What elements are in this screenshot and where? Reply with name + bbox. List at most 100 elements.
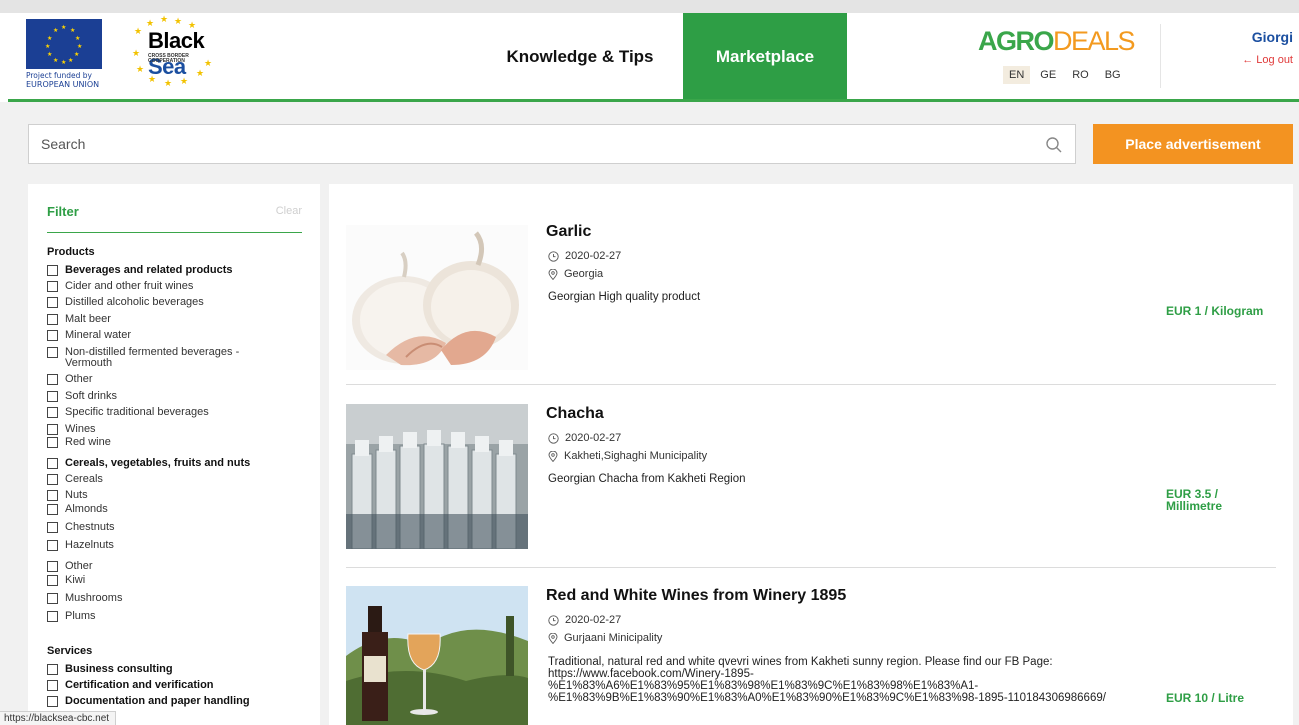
listing-divider [346,384,1276,385]
checkbox[interactable] [47,490,58,501]
listing-image-bottles[interactable] [346,404,528,549]
filter-option[interactable]: Mineral water [47,330,265,341]
checkbox[interactable] [47,391,58,402]
filter-option[interactable]: Non-distilled fermented beverages - Verm… [47,347,265,369]
location-pin-icon [548,632,558,644]
clock-icon [548,250,559,262]
filter-option[interactable]: Red wine [47,437,265,448]
filter-option[interactable]: Distilled alcoholic beverages [47,297,265,308]
filter-option-label: Hazelnuts [65,539,114,551]
checkbox[interactable] [47,593,58,604]
filter-option-label: Documentation and paper handling [65,695,250,707]
filter-option[interactable]: Soft drinks [47,391,265,402]
listing-item[interactable]: Chacha 2020-02-27 Kakheti,Sighaghi Munic… [346,404,1276,564]
checkbox[interactable] [47,664,58,675]
checkbox[interactable] [47,297,58,308]
filter-option[interactable]: Documentation and paper handling [47,696,265,707]
listing-description-line2[interactable]: https://www.facebook.com/Winery-1895- [548,668,1148,680]
eu-logo[interactable]: ★ ★ ★ ★ ★ ★ ★ ★ ★ ★ ★ ★ Project funded b… [26,19,102,91]
filter-option[interactable]: Chestnuts [47,522,265,533]
search-icon[interactable] [1045,136,1063,154]
checkbox[interactable] [47,575,58,586]
listing-title[interactable]: Garlic [546,223,591,241]
filter-option-label: Distilled alcoholic beverages [65,296,204,308]
lang-ge[interactable]: GE [1034,66,1062,84]
agrodeals-logo[interactable]: AGRODEALS [978,26,1136,57]
language-switcher: EN GE RO BG [1003,66,1127,84]
user-name[interactable]: Giorgi [1252,29,1293,45]
checkbox[interactable] [47,437,58,448]
checkbox[interactable] [47,504,58,515]
lang-en[interactable]: EN [1003,66,1031,84]
listing-image-garlic[interactable] [346,225,528,370]
logout-link[interactable]: ← Log out [1242,54,1293,66]
checkbox[interactable] [47,696,58,707]
listing-location: Kakheti,Sighaghi Municipality [548,450,707,462]
checkbox[interactable] [47,611,58,622]
browser-strip [0,0,1299,13]
listing-title[interactable]: Chacha [546,405,604,423]
checkbox[interactable] [47,347,58,358]
filter-option-label: Malt beer [65,313,111,325]
filter-option[interactable]: Cereals [47,474,265,485]
filter-option[interactable]: Wines [47,424,265,435]
checkbox[interactable] [47,540,58,551]
services-section-title: Services [47,645,93,657]
listing-price: EUR 10 / Litre [1166,691,1245,705]
filter-option[interactable]: Other [47,561,265,572]
checkbox[interactable] [47,458,58,469]
lang-ro[interactable]: RO [1066,66,1095,84]
filter-option[interactable]: Other [47,374,265,385]
listing-item[interactable]: Garlic 2020-02-27 Georgia Georgian High … [346,222,1276,382]
checkbox[interactable] [47,522,58,533]
filter-option[interactable]: Specific traditional beverages [47,407,265,418]
filter-option[interactable]: Plums [47,611,265,622]
filter-header: Filter Clear [47,204,302,233]
filter-option[interactable]: Beverages and related products [47,265,265,276]
checkbox[interactable] [47,474,58,485]
filter-option[interactable]: Cider and other fruit wines [47,281,265,292]
checkbox[interactable] [47,330,58,341]
checkbox[interactable] [47,424,58,435]
checkbox[interactable] [47,314,58,325]
blacksea-title-a: Black [148,28,205,53]
listing-item[interactable]: Red and White Wines from Winery 1895 202… [346,586,1276,725]
filter-option[interactable]: Certification and verification [47,680,265,691]
listing-image-wine[interactable] [346,586,528,725]
filter-clear-link[interactable]: Clear [276,205,302,217]
nav-knowledge-tips[interactable]: Knowledge & Tips [480,13,680,100]
filter-option-label: Cereals [65,473,103,485]
checkbox[interactable] [47,374,58,385]
filter-option-label: Kiwi [65,574,86,586]
checkbox[interactable] [47,407,58,418]
filter-option-label: Nuts [65,489,88,501]
filter-option[interactable]: Hazelnuts [47,540,265,551]
listing-location-text: Kakheti,Sighaghi Municipality [564,450,708,462]
listing-title[interactable]: Red and White Wines from Winery 1895 [546,587,846,605]
listing-price-line2: Millimetre [1166,499,1223,513]
search-input[interactable] [29,125,1075,163]
place-advertisement-button[interactable]: Place advertisement [1093,124,1293,164]
filter-option[interactable]: Business consulting [47,664,265,675]
filter-option[interactable]: Kiwi [47,575,265,586]
filter-option[interactable]: Cereals, vegetables, fruits and nuts [47,458,265,469]
lang-bg[interactable]: BG [1099,66,1127,84]
nav-marketplace[interactable]: Marketplace [683,13,847,100]
blacksea-logo[interactable]: ★ ★ ★ ★ ★ ★ ★ ★ ★ ★ ★ ★ Black Sea CROSS … [130,14,240,90]
browser-status-url: https://blacksea-cbc.net [0,711,117,725]
filter-option[interactable]: Mushrooms [47,593,265,604]
checkbox[interactable] [47,265,58,276]
filter-option[interactable]: Malt beer [47,314,265,325]
listing-date-text: 2020-02-27 [565,250,622,262]
checkbox[interactable] [47,281,58,292]
listing-location-text: Georgia [564,268,604,280]
listing-description-line3[interactable]: %E1%83%A6%E1%83%95%E1%83%98%E1%83%9C%E1%… [548,680,1148,692]
filter-option-label: Other [65,560,93,572]
eu-flag-icon: ★ ★ ★ ★ ★ ★ ★ ★ ★ ★ ★ ★ [26,19,102,69]
filter-option[interactable]: Almonds [47,504,265,515]
checkbox[interactable] [47,561,58,572]
checkbox[interactable] [47,680,58,691]
filter-option[interactable]: Nuts [47,490,265,501]
listing-description-line4[interactable]: %E1%83%9B%E1%83%90%E1%83%A0%E1%83%90%E1%… [548,692,1148,704]
location-pin-icon [548,268,558,280]
